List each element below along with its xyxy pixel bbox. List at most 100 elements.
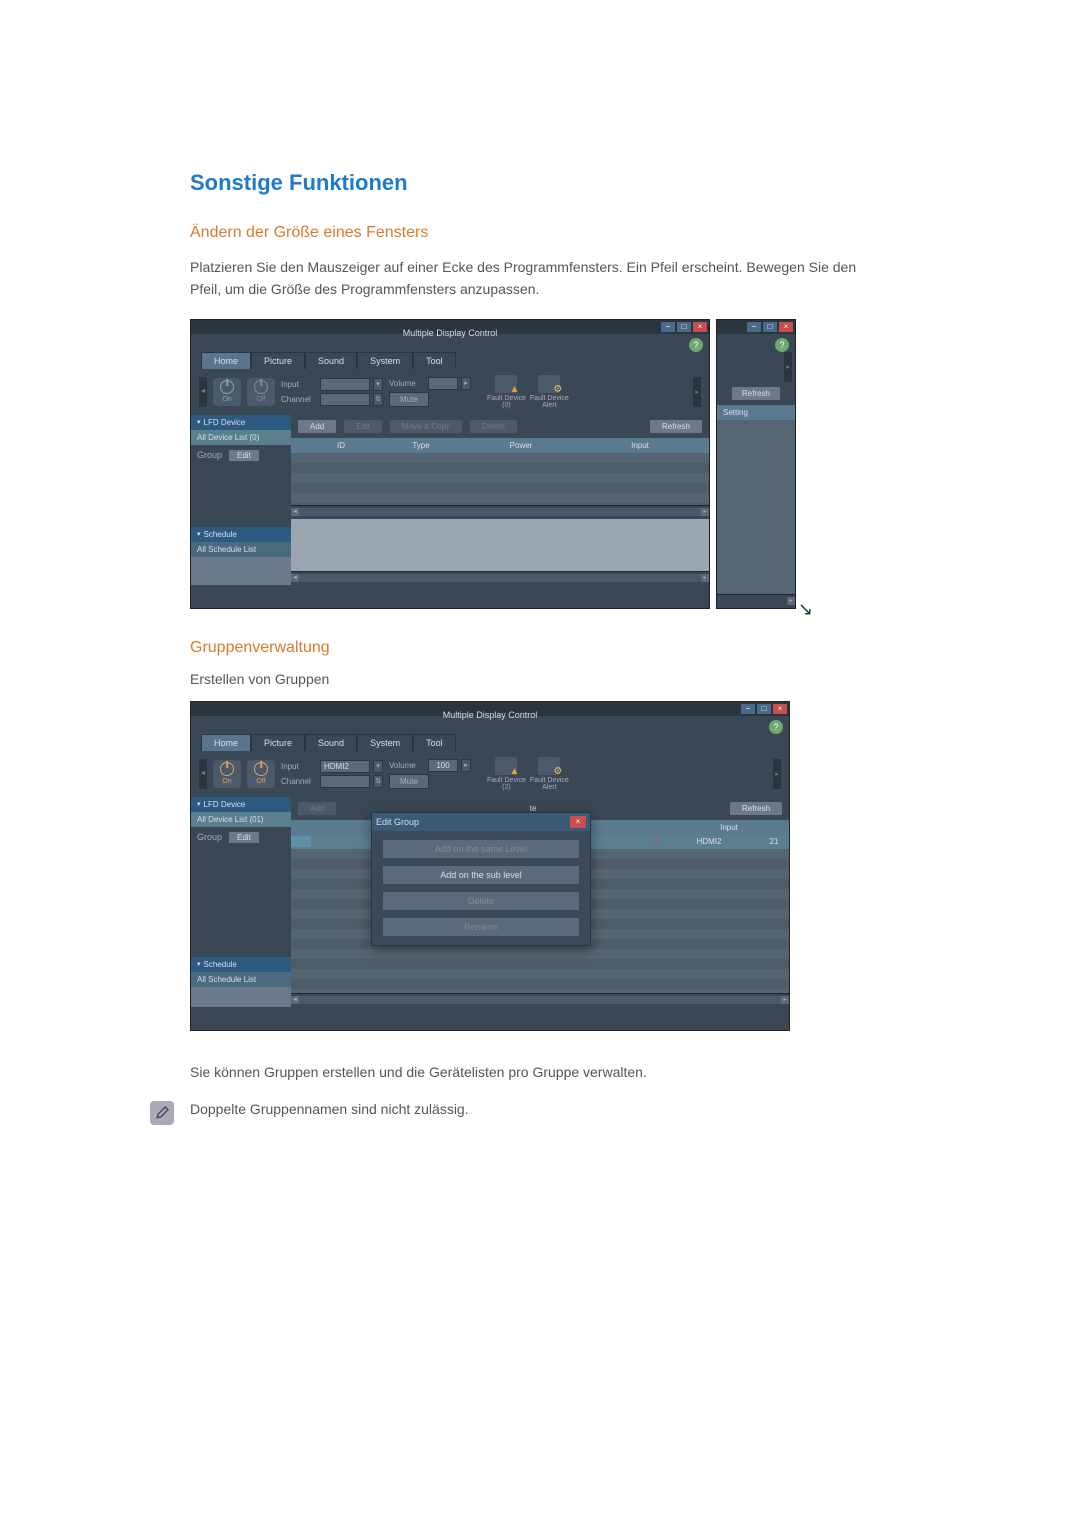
- th-checkbox[interactable]: [291, 820, 311, 835]
- channel-stepper[interactable]: ⇅: [373, 775, 383, 788]
- input-dropdown[interactable]: HDMI2: [320, 760, 370, 773]
- minimize-button[interactable]: −: [747, 322, 761, 332]
- volume-value[interactable]: [428, 377, 458, 390]
- sidebar-schedule-header[interactable]: Schedule: [191, 957, 291, 972]
- fault-device-label: Fault Device: [487, 777, 526, 784]
- edit-button: Edit: [343, 419, 383, 434]
- maximize-button[interactable]: □: [763, 322, 777, 332]
- tab-home[interactable]: Home: [201, 734, 251, 751]
- scroll-left-icon[interactable]: ◄: [291, 574, 299, 582]
- tab-sound[interactable]: Sound: [305, 352, 357, 369]
- channel-label: Channel: [281, 777, 317, 786]
- screenshot-resize: Multiple Display Control − □ × ? Home Pi…: [190, 319, 890, 609]
- tab-picture[interactable]: Picture: [251, 734, 305, 751]
- screenshot-groups: Multiple Display Control − □ × ? Home Pi…: [190, 701, 890, 1031]
- sidebar-schedule-header[interactable]: Schedule: [191, 527, 291, 542]
- fault-alert-label: Fault Device: [530, 395, 569, 402]
- input-label: Input: [281, 762, 317, 771]
- channel-stepper[interactable]: ⇅: [373, 393, 383, 406]
- tab-system[interactable]: System: [357, 734, 413, 751]
- next-arrow-icon[interactable]: ▸: [773, 759, 781, 789]
- minimize-button[interactable]: −: [661, 322, 675, 332]
- refresh-button[interactable]: Refresh: [729, 801, 783, 816]
- row-input-value: HDMI2: [659, 837, 759, 846]
- next-arrow-icon[interactable]: ▸: [693, 377, 701, 407]
- horizontal-scrollbar-2[interactable]: ◄ ▸: [291, 571, 709, 585]
- sidebar-all-schedule-list[interactable]: All Schedule List: [191, 972, 291, 987]
- window-title: Multiple Display Control: [403, 328, 498, 338]
- fault-device-label: Fault Device: [487, 395, 526, 402]
- fault-device-warning-icon[interactable]: [495, 375, 517, 393]
- scroll-right-icon[interactable]: ▸: [701, 508, 709, 516]
- power-icon: [254, 380, 268, 394]
- close-button[interactable]: ×: [693, 322, 707, 332]
- window-title: Multiple Display Control: [443, 710, 538, 720]
- minimize-button[interactable]: −: [741, 704, 755, 714]
- scroll-left-icon[interactable]: ◄: [291, 996, 299, 1004]
- scroll-right-icon[interactable]: ▸: [701, 574, 709, 582]
- fault-alert-label: Fault Device: [530, 777, 569, 784]
- sidebar-edit-button[interactable]: Edit: [228, 831, 260, 844]
- tab-tool[interactable]: Tool: [413, 734, 456, 751]
- input-dropdown[interactable]: [320, 378, 370, 391]
- dropdown-arrow-icon[interactable]: ▾: [373, 760, 383, 773]
- sidebar-lfd-header[interactable]: LFD Device: [191, 415, 291, 430]
- sidebar-all-device-list[interactable]: All Device List (0): [191, 430, 291, 445]
- power-icon: [220, 762, 234, 776]
- power-icon: [220, 380, 234, 394]
- scroll-left-icon[interactable]: ◄: [291, 508, 299, 516]
- refresh-button[interactable]: Refresh: [731, 386, 781, 401]
- sidebar-lfd-header[interactable]: LFD Device: [191, 797, 291, 812]
- dropdown-arrow-icon[interactable]: ▾: [373, 378, 383, 391]
- add-sub-level-button[interactable]: Add on the sub level: [382, 865, 580, 885]
- move-copy-button: Move & Copy: [389, 419, 463, 434]
- toolbar: ◄ On Off Input ▾ Channel ⇅: [191, 369, 709, 415]
- fault-alert-gear-icon[interactable]: [538, 757, 560, 775]
- tab-sound[interactable]: Sound: [305, 734, 357, 751]
- tab-tool[interactable]: Tool: [413, 352, 456, 369]
- power-off-button[interactable]: Off: [247, 760, 275, 788]
- tab-home[interactable]: Home: [201, 352, 251, 369]
- tab-picture[interactable]: Picture: [251, 352, 305, 369]
- help-icon[interactable]: ?: [769, 720, 783, 734]
- sidebar-all-device-list[interactable]: All Device List (01): [191, 812, 291, 827]
- add-button[interactable]: Add: [297, 419, 337, 434]
- close-button[interactable]: ×: [773, 704, 787, 714]
- tab-bar: Home Picture Sound System Tool: [191, 734, 789, 751]
- volume-value[interactable]: 100: [428, 759, 458, 772]
- help-icon[interactable]: ?: [689, 338, 703, 352]
- horizontal-scrollbar[interactable]: ◄ ▸: [291, 993, 789, 1007]
- power-on-button[interactable]: On: [213, 760, 241, 788]
- mute-button[interactable]: Mute: [389, 774, 429, 789]
- prev-arrow-icon[interactable]: ◄: [199, 377, 207, 407]
- sidebar-all-schedule-list[interactable]: All Schedule List: [191, 542, 291, 557]
- prev-arrow-icon[interactable]: ◄: [199, 759, 207, 789]
- close-button[interactable]: ×: [779, 322, 793, 332]
- volume-stepper[interactable]: ▸: [461, 377, 471, 390]
- maximize-button[interactable]: □: [757, 704, 771, 714]
- power-off-button[interactable]: Off: [247, 378, 275, 406]
- fault-device-warning-icon[interactable]: [495, 757, 517, 775]
- horizontal-scrollbar[interactable]: ◄ ▸: [291, 505, 709, 519]
- channel-input[interactable]: [320, 775, 370, 788]
- refresh-button[interactable]: Refresh: [649, 419, 703, 434]
- power-on-button[interactable]: On: [213, 378, 241, 406]
- scroll-right-icon[interactable]: ▸: [787, 597, 795, 605]
- th-checkbox[interactable]: [291, 438, 311, 453]
- dialog-close-button[interactable]: ×: [570, 816, 586, 828]
- volume-stepper[interactable]: ▸: [461, 759, 471, 772]
- maximize-button[interactable]: □: [677, 322, 691, 332]
- scroll-right-icon[interactable]: ▸: [781, 996, 789, 1004]
- tab-system[interactable]: System: [357, 352, 413, 369]
- help-icon[interactable]: ?: [775, 338, 789, 352]
- power-off-label: Off: [256, 396, 265, 403]
- horizontal-scrollbar[interactable]: ▸: [717, 594, 795, 608]
- row-checkbox[interactable]: ✓: [291, 836, 311, 847]
- channel-input[interactable]: [320, 393, 370, 406]
- next-arrow-icon[interactable]: ▸: [784, 352, 792, 382]
- sidebar-edit-button[interactable]: Edit: [228, 449, 260, 462]
- fault-device-count: (2): [502, 784, 511, 791]
- fault-alert-gear-icon[interactable]: [538, 375, 560, 393]
- mute-button[interactable]: Mute: [389, 392, 429, 407]
- channel-label: Channel: [281, 395, 317, 404]
